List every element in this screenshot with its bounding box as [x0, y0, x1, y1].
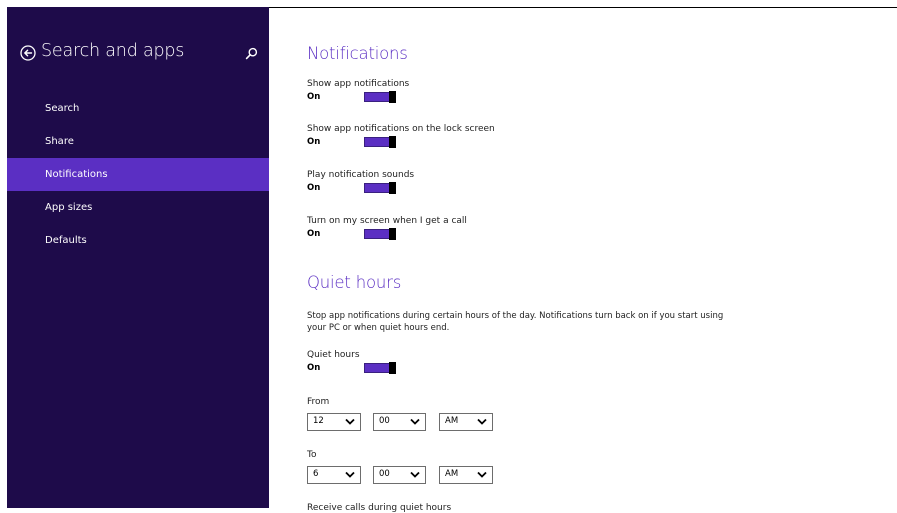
toggle-state: On [307, 183, 321, 193]
from-hour-select[interactable]: 12 [307, 413, 361, 431]
chevron-down-icon [345, 471, 355, 478]
setting-show-app-notifications: Show app notifications On [307, 79, 807, 109]
notification-sounds-toggle[interactable] [364, 182, 396, 194]
lock-screen-notifications-toggle[interactable] [364, 136, 396, 148]
chevron-down-icon [345, 418, 355, 425]
setting-label: Turn on my screen when I get a call [307, 216, 467, 226]
sidebar-item-search[interactable]: Search [7, 92, 269, 125]
from-ampm-select[interactable]: AM [439, 413, 493, 431]
chevron-down-icon [410, 418, 420, 425]
select-value: AM [445, 469, 459, 479]
setting-label: Show app notifications on the lock scree… [307, 124, 495, 134]
setting-notification-sounds: Play notification sounds On [307, 170, 807, 200]
to-ampm-select[interactable]: AM [439, 466, 493, 484]
sidebar-item-app-sizes[interactable]: App sizes [7, 191, 269, 224]
setting-label: Play notification sounds [307, 170, 415, 180]
chevron-down-icon [477, 471, 487, 478]
sidebar: Search and apps Search Share Notificatio… [7, 7, 269, 508]
quiet-hours-toggle[interactable] [364, 362, 396, 374]
screen-on-call-toggle[interactable] [364, 228, 396, 240]
receive-calls-label: Receive calls during quiet hours [307, 503, 452, 513]
from-label: From [307, 397, 330, 407]
quiet-hours-heading: Quiet hours [307, 273, 402, 292]
quiet-hours-description: Stop app notifications during certain ho… [307, 311, 724, 333]
select-value: 00 [379, 469, 390, 479]
select-value: 6 [313, 469, 319, 479]
toggle-state: On [307, 137, 321, 147]
setting-label: Quiet hours [307, 350, 360, 360]
search-icon[interactable] [245, 47, 258, 60]
toggle-state: On [307, 363, 321, 373]
page-title: Search and apps [41, 41, 185, 61]
chevron-down-icon [410, 471, 420, 478]
top-divider [269, 7, 897, 8]
notifications-heading: Notifications [307, 44, 408, 63]
sidebar-item-defaults[interactable]: Defaults [7, 224, 269, 257]
toggle-state: On [307, 229, 321, 239]
sidebar-nav: Search Share Notifications App sizes Def… [7, 92, 269, 257]
select-value: 12 [313, 416, 324, 426]
select-value: AM [445, 416, 459, 426]
show-app-notifications-toggle[interactable] [364, 91, 396, 103]
sidebar-item-notifications[interactable]: Notifications [7, 158, 269, 191]
setting-screen-on-call: Turn on my screen when I get a call On [307, 216, 807, 246]
back-arrow-icon[interactable] [20, 45, 36, 61]
chevron-down-icon [477, 418, 487, 425]
to-label: To [307, 450, 317, 460]
setting-lock-screen-notifications: Show app notifications on the lock scree… [307, 124, 807, 154]
sidebar-header: Search and apps [7, 37, 269, 71]
toggle-state: On [307, 92, 321, 102]
setting-label: Show app notifications [307, 79, 410, 89]
setting-quiet-hours: Quiet hours On [307, 350, 807, 380]
from-minute-select[interactable]: 00 [373, 413, 426, 431]
select-value: 00 [379, 416, 390, 426]
to-hour-select[interactable]: 6 [307, 466, 361, 484]
sidebar-item-share[interactable]: Share [7, 125, 269, 158]
to-minute-select[interactable]: 00 [373, 466, 426, 484]
